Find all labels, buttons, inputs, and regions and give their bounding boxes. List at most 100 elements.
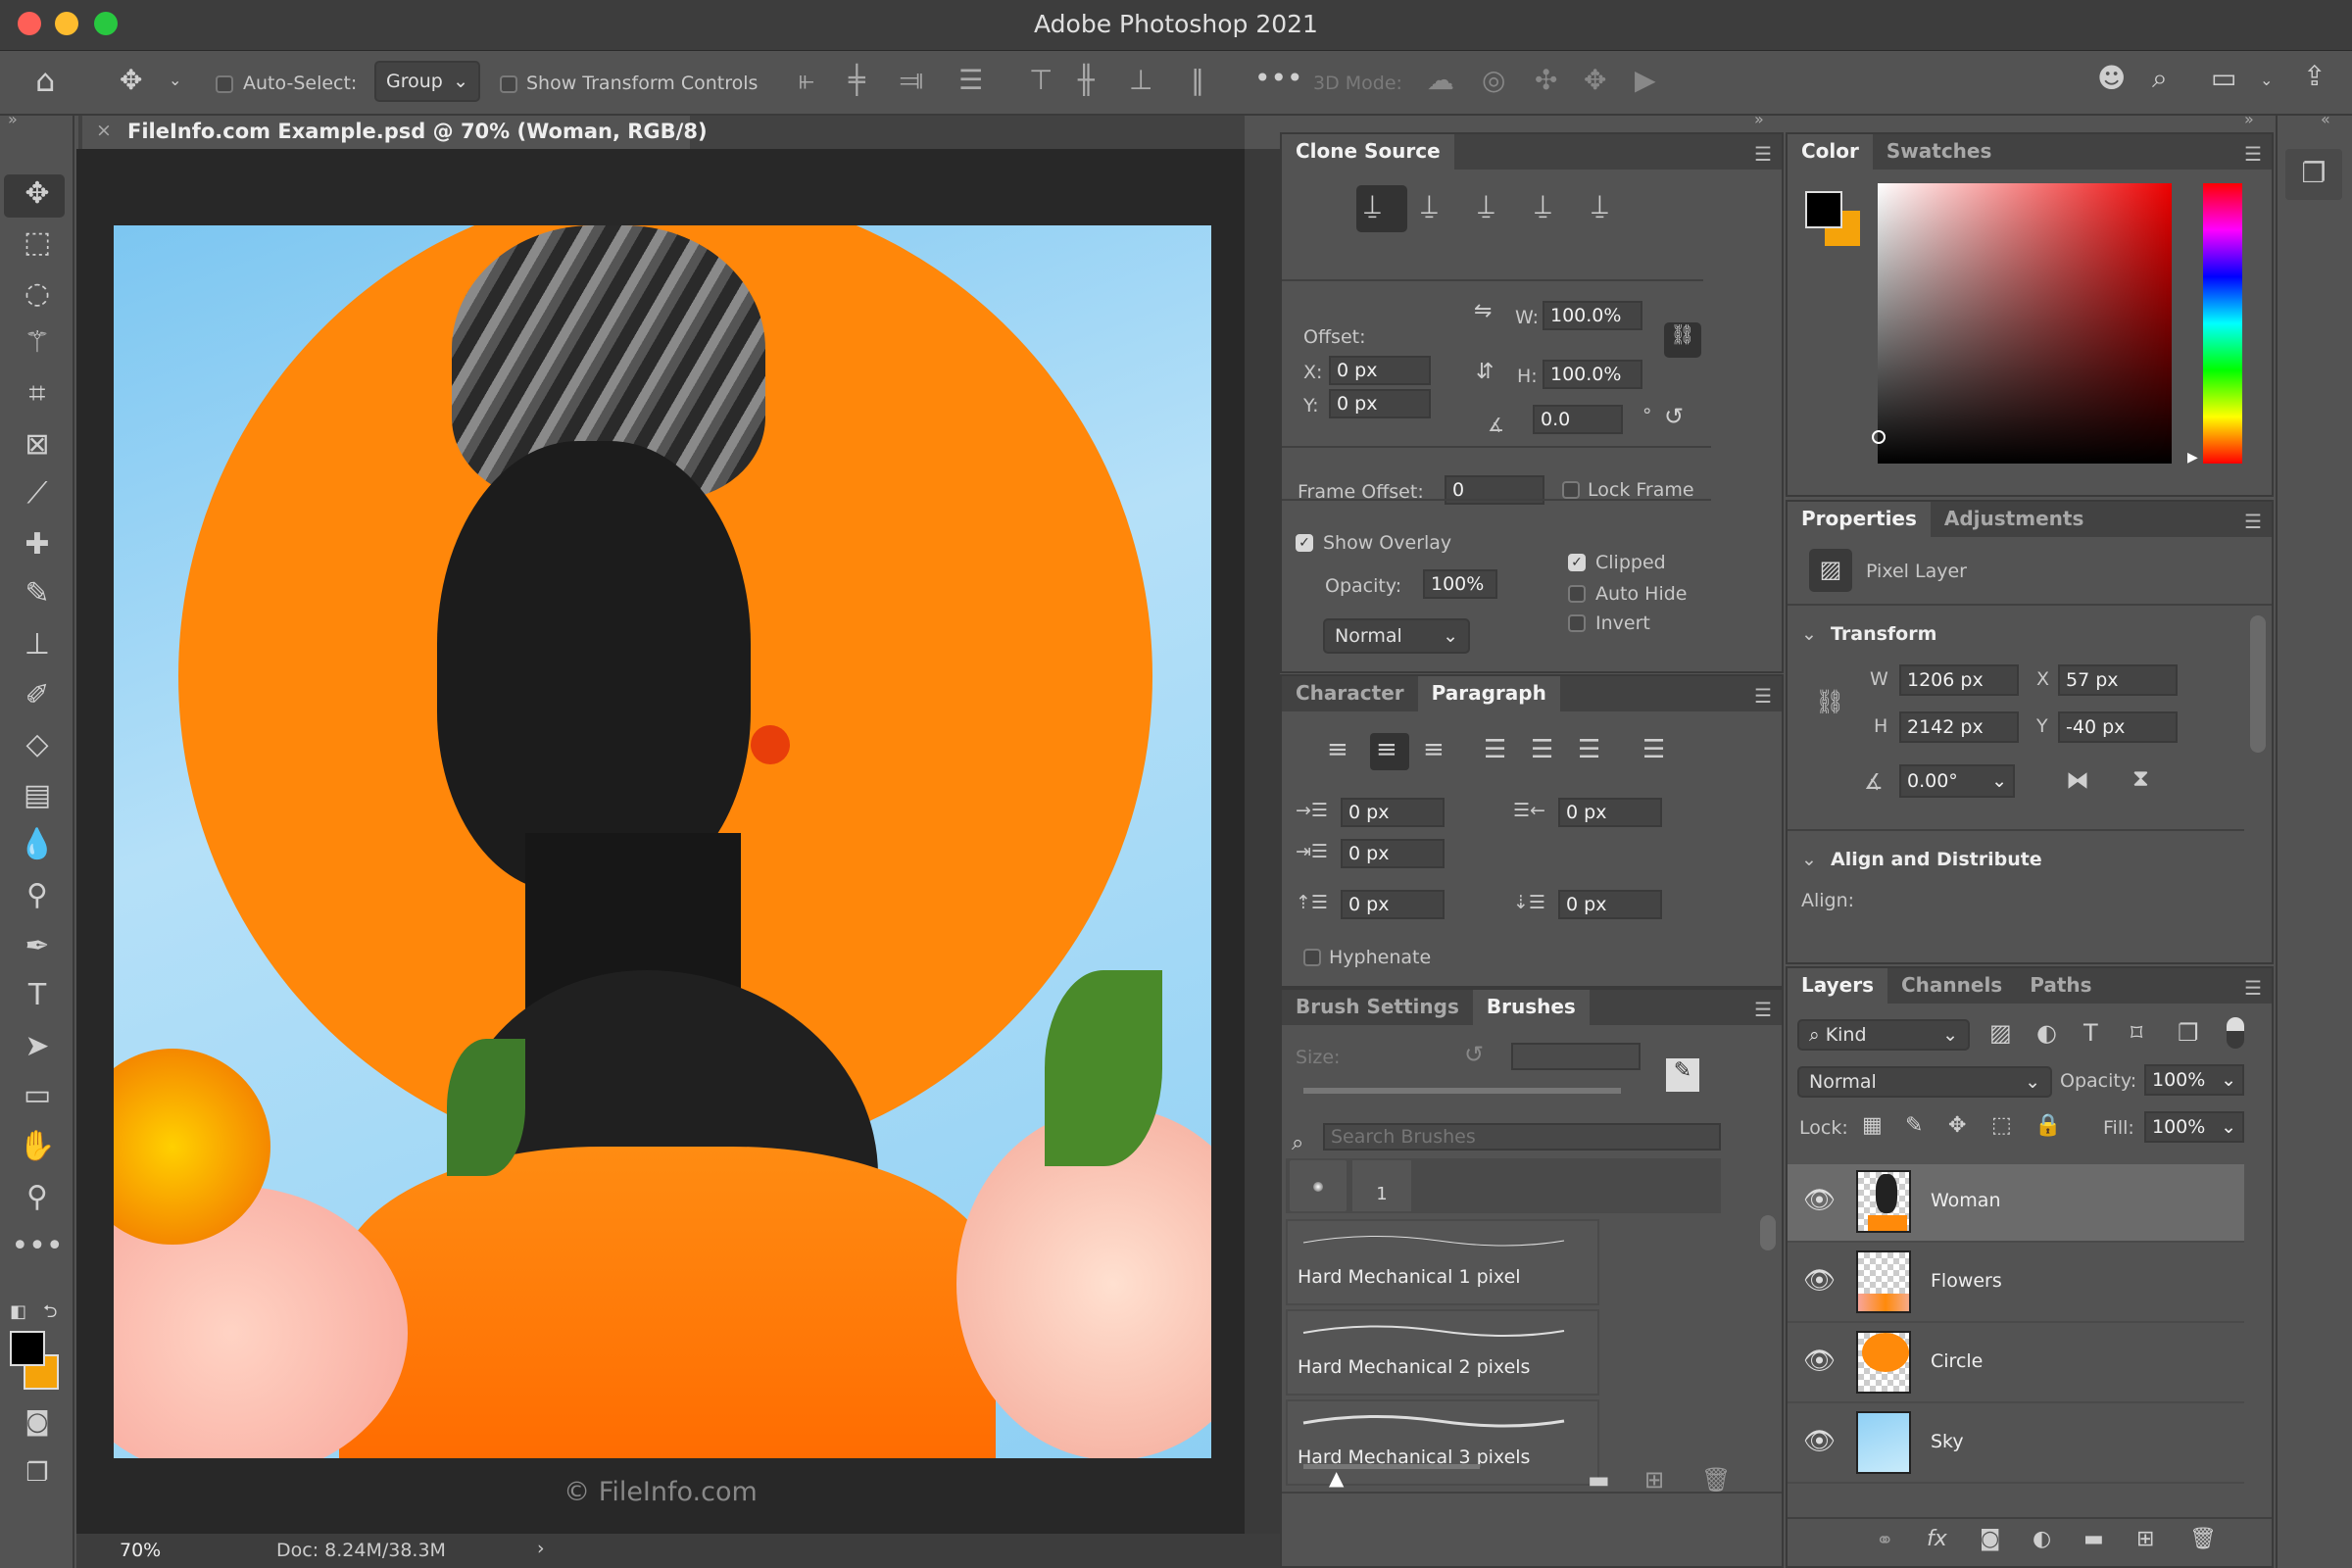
canvas-vertical-scrollbar[interactable] <box>1245 149 1280 1534</box>
filter-pixel-icon[interactable]: ▨ <box>1989 1021 2012 1045</box>
rectangle-tool-icon[interactable]: ▭ <box>0 1078 74 1112</box>
zoom-level[interactable]: 70% <box>120 1540 161 1561</box>
layer-filter-dropdown[interactable]: ⌕ Kind ⌄ <box>1797 1019 1970 1051</box>
foreground-color-swatch[interactable] <box>10 1331 45 1366</box>
history-brush-tool-icon[interactable]: ✐ <box>0 678 74 712</box>
brush-tip-hard-1[interactable]: 1 <box>1352 1160 1411 1211</box>
color-field[interactable] <box>1878 183 2172 464</box>
document-tab[interactable]: × FileInfo.com Example.psd @ 70% (Woman,… <box>82 116 708 149</box>
overlay-opacity-field[interactable]: 100% <box>1423 569 1497 599</box>
visibility-eye-icon[interactable]: 👁 <box>1803 1427 1836 1456</box>
trash-icon[interactable]: 🗑 <box>1701 1468 1731 1492</box>
screen-mode-icon[interactable]: ❐ <box>0 1458 74 1488</box>
invert-checkbox[interactable] <box>1568 614 1586 632</box>
add-mask-icon[interactable]: ◙ <box>1980 1529 2000 1550</box>
tab-brushes[interactable]: Brushes <box>1472 990 1590 1025</box>
align-vcenter-icon[interactable]: ╫ <box>1078 67 1095 94</box>
rotation-field[interactable]: 0.0 <box>1533 405 1623 434</box>
panel-menu-icon[interactable]: ☰ <box>1754 998 1772 1021</box>
chevron-down-icon[interactable]: ⌄ <box>2221 1116 2236 1138</box>
align-right-text-icon[interactable]: ≡ <box>1423 737 1445 762</box>
new-brush-icon[interactable]: ✎ <box>1666 1058 1699 1092</box>
tab-color[interactable]: Color <box>1788 134 1873 170</box>
clipped-checkbox[interactable]: ✓ <box>1568 554 1586 571</box>
chevron-down-icon[interactable]: ⌄ <box>2221 1069 2236 1091</box>
new-layer-icon[interactable]: ⊞ <box>2136 1529 2154 1550</box>
dodge-tool-icon[interactable]: ⚲ <box>0 878 74 912</box>
more-options-icon[interactable]: ••• <box>1254 65 1303 92</box>
distribute-icon[interactable]: ☰ <box>958 67 983 94</box>
reset-size-icon[interactable]: ↺ <box>1464 1043 1484 1066</box>
clone-source-1-icon[interactable]: ⍊ <box>1364 191 1381 219</box>
layer-row-circle[interactable]: 👁 Circle <box>1788 1325 2244 1403</box>
tab-brush-settings[interactable]: Brush Settings <box>1282 990 1473 1025</box>
visibility-eye-icon[interactable]: 👁 <box>1803 1186 1836 1215</box>
marquee-tool-icon[interactable]: ⬚ <box>0 225 74 260</box>
path-selection-tool-icon[interactable]: ➤ <box>0 1029 74 1063</box>
lock-position-icon[interactable]: ✥ <box>1948 1115 1966 1137</box>
close-tab-icon[interactable]: × <box>96 120 112 141</box>
brush-item[interactable]: Hard Mechanical 1 pixel <box>1286 1219 1599 1305</box>
lock-all-icon[interactable]: 🔒 <box>2034 1115 2061 1137</box>
brushes-scrollbar[interactable] <box>1760 1215 1776 1250</box>
new-group-folder-icon[interactable]: ▬ <box>1588 1468 1610 1492</box>
search-brushes-input[interactable] <box>1323 1123 1721 1151</box>
justify-left-icon[interactable]: ☰ <box>1484 737 1506 762</box>
indent-first-line-field[interactable]: 0 px <box>1341 839 1445 868</box>
frame-tool-icon[interactable]: ⊠ <box>0 427 74 462</box>
indent-right-field[interactable]: 0 px <box>1558 798 1662 827</box>
document-canvas[interactable] <box>114 225 1211 1458</box>
justify-right-icon[interactable]: ☰ <box>1578 737 1600 762</box>
auto-select-dropdown[interactable]: Group ⌄ <box>374 61 480 102</box>
layer-row-sky[interactable]: 👁 Sky <box>1788 1405 2244 1484</box>
quick-mask-icon[interactable]: ◙ <box>0 1407 74 1437</box>
show-overlay-checkbox[interactable]: ✓ <box>1296 534 1313 552</box>
opacity-field[interactable]: 100% ⌄ <box>2144 1064 2244 1096</box>
align-right-icon[interactable]: ⫥ <box>900 67 923 94</box>
x-field[interactable]: 57 px <box>2058 664 2178 696</box>
show-transform-checkbox[interactable] <box>500 75 517 93</box>
panel-menu-icon[interactable]: ☰ <box>1754 142 1772 166</box>
align-left-text-icon[interactable]: ≡ <box>1327 737 1348 762</box>
learn-icon[interactable]: ☻ <box>2097 65 2126 92</box>
scale-w-field[interactable]: 100.0% <box>1543 301 1642 330</box>
justify-center-icon[interactable]: ☰ <box>1531 737 1553 762</box>
flip-horizontal-icon[interactable]: ⇋ <box>1474 301 1492 322</box>
link-layers-icon[interactable]: ⚭ <box>1876 1531 1893 1552</box>
align-center-text-icon[interactable]: ≡ <box>1376 737 1397 762</box>
properties-scrollbar[interactable] <box>2250 615 2266 753</box>
slider-handle-icon[interactable]: ▲ <box>1329 1466 1344 1490</box>
clone-source-4-icon[interactable]: ⍊ <box>1535 191 1551 219</box>
auto-hide-checkbox[interactable] <box>1568 585 1586 603</box>
layer-row-woman[interactable]: 👁 Woman <box>1788 1164 2244 1243</box>
clone-stamp-tool-icon[interactable]: ⊥ <box>0 627 74 662</box>
canvas-area[interactable]: © FileInfo.com <box>76 149 1245 1534</box>
panel-menu-icon[interactable]: ☰ <box>2244 976 2262 1000</box>
fill-field[interactable]: 100% ⌄ <box>2144 1111 2244 1143</box>
tab-adjustments[interactable]: Adjustments <box>1931 502 2097 537</box>
clone-source-5-icon[interactable]: ⍊ <box>1592 191 1608 219</box>
blend-mode-dropdown[interactable]: Normal ⌄ <box>1797 1066 2052 1098</box>
hand-tool-icon[interactable]: ✋ <box>0 1129 74 1163</box>
lock-frame-checkbox[interactable] <box>1562 481 1580 499</box>
offset-x-field[interactable]: 0 px <box>1329 356 1431 385</box>
clone-source-3-icon[interactable]: ⍊ <box>1478 191 1494 219</box>
filter-adjustment-icon[interactable]: ◐ <box>2036 1021 2057 1045</box>
brush-tool-icon[interactable]: ✎ <box>0 576 74 611</box>
type-tool-icon[interactable]: T <box>0 978 74 1012</box>
adjustment-layer-icon[interactable]: ◐ <box>2033 1529 2051 1550</box>
healing-brush-tool-icon[interactable]: ✚ <box>0 527 74 562</box>
align-left-icon[interactable]: ⫦ <box>799 67 814 94</box>
indent-left-field[interactable]: 0 px <box>1341 798 1445 827</box>
align-bottom-icon[interactable]: ⊥ <box>1129 67 1152 94</box>
align-top-icon[interactable]: ⊤ <box>1029 67 1053 94</box>
size-field[interactable] <box>1511 1043 1641 1070</box>
auto-select-checkbox[interactable] <box>216 75 233 93</box>
chevron-down-icon[interactable]: ⌄ <box>1801 849 1817 870</box>
new-brush-icon[interactable]: ⊞ <box>1644 1468 1664 1492</box>
libraries-icon[interactable]: ❐ <box>2285 149 2342 200</box>
chevron-right-icon[interactable]: › <box>537 1538 545 1559</box>
swap-colors-icon[interactable]: ⮌ <box>43 1299 57 1329</box>
collapse-panels-icon[interactable]: » <box>1754 110 1764 128</box>
offset-y-field[interactable]: 0 px <box>1329 389 1431 418</box>
